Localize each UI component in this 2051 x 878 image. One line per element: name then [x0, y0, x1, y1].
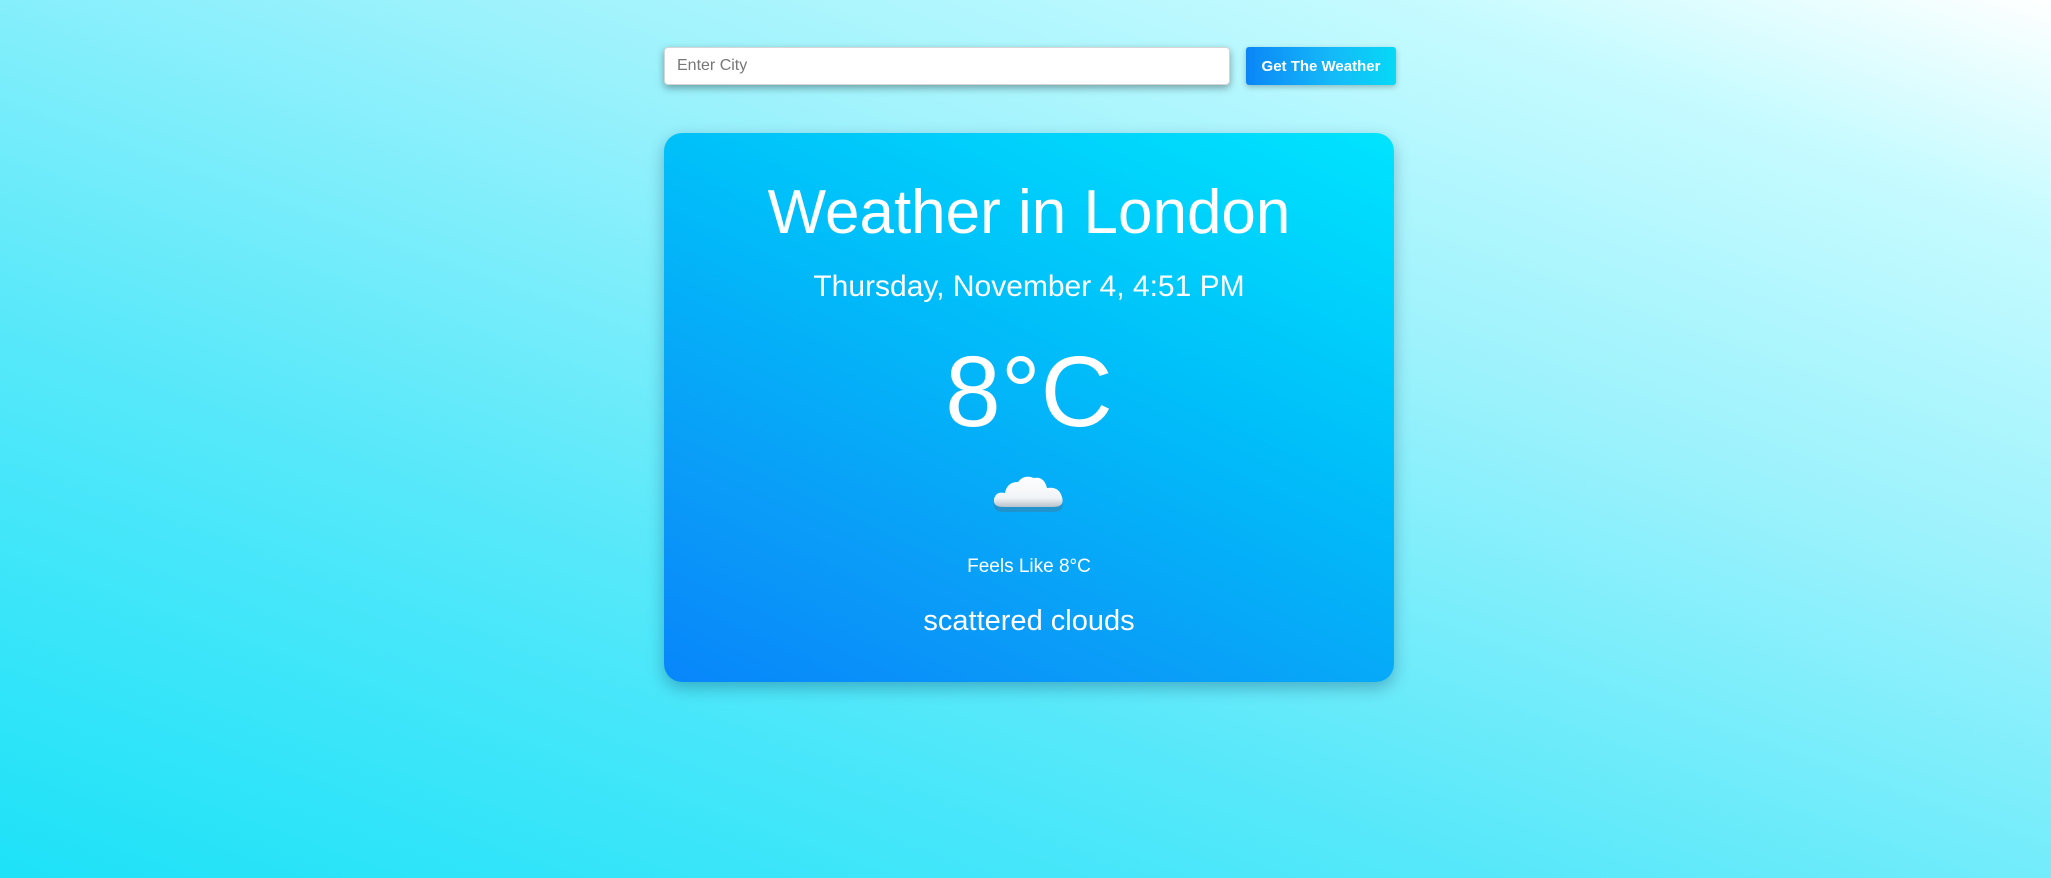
city-input[interactable] [664, 47, 1230, 85]
weather-card: Weather in London Thursday, November 4, … [664, 133, 1394, 682]
cloud-icon [989, 469, 1069, 519]
search-bar: Get The Weather [664, 47, 1396, 85]
weather-title: Weather in London [767, 178, 1291, 247]
get-weather-button[interactable]: Get The Weather [1246, 47, 1396, 85]
weather-datetime: Thursday, November 4, 4:51 PM [813, 270, 1245, 303]
weather-description: scattered clouds [923, 605, 1135, 637]
feels-like: Feels Like 8°C [967, 556, 1091, 577]
temperature: 8°C [945, 336, 1113, 448]
